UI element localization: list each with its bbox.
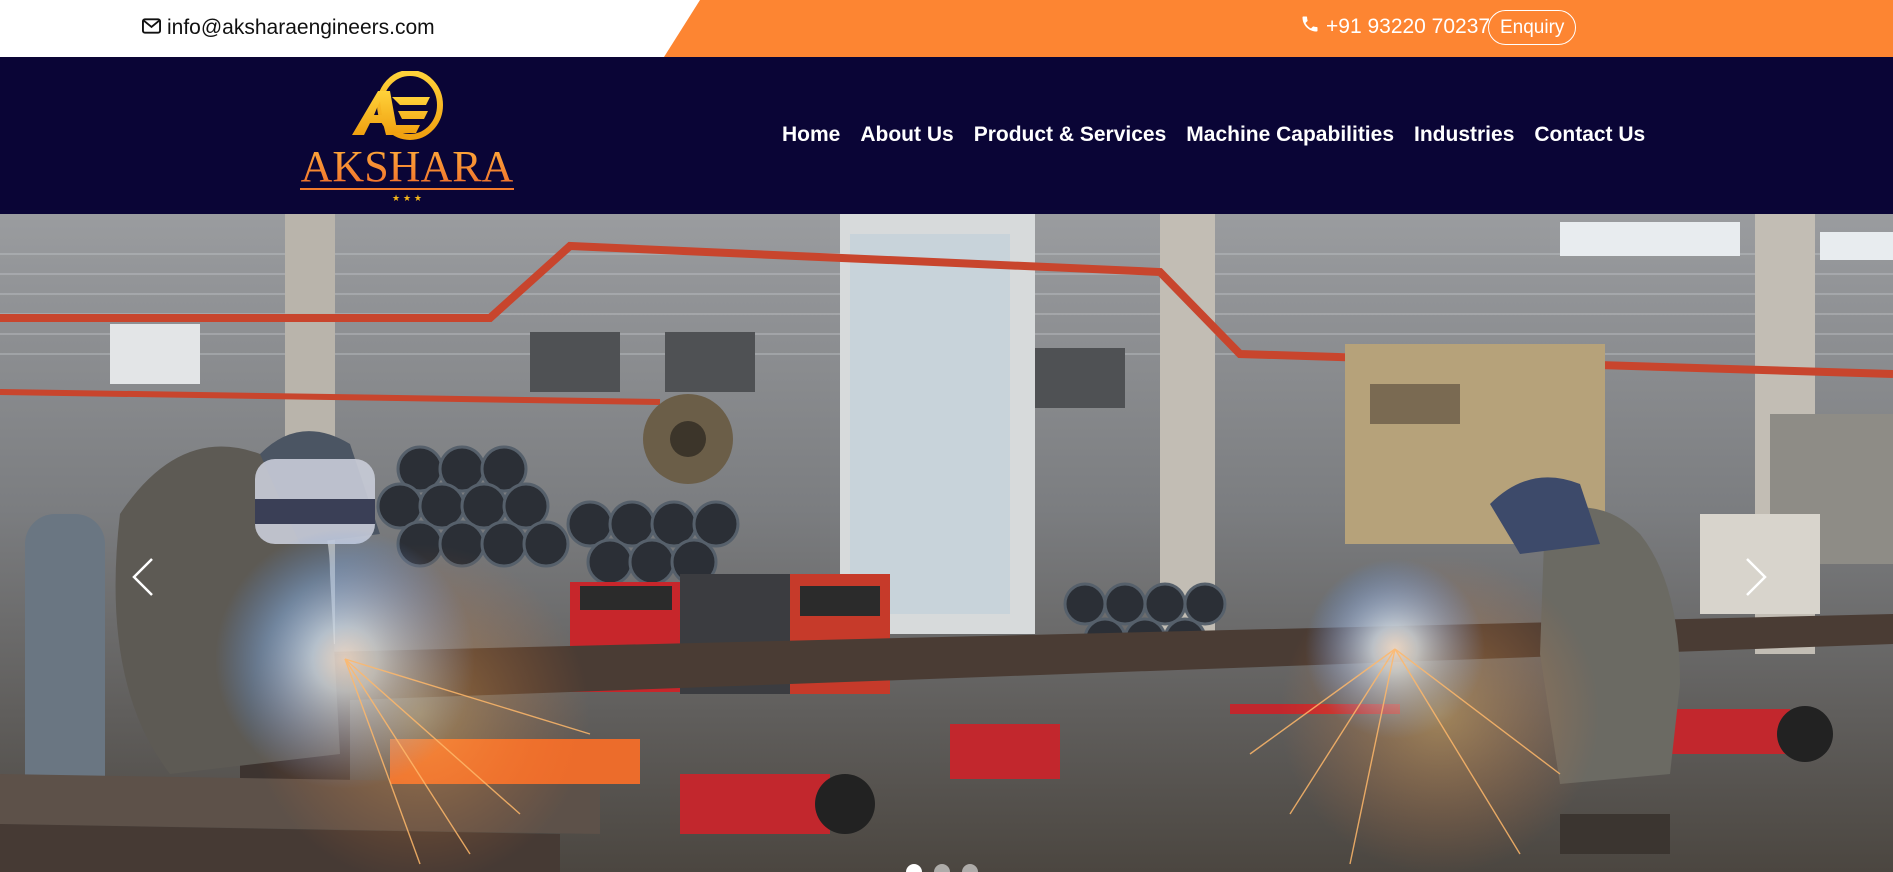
slider-pagination: [906, 864, 978, 872]
slider-dot-3[interactable]: [962, 864, 978, 872]
nav-about-us[interactable]: About Us: [860, 123, 953, 147]
svg-text:★ ★ ★: ★ ★ ★: [392, 194, 422, 203]
enquiry-button[interactable]: Enquiry: [1488, 10, 1577, 45]
phone-icon: [1300, 14, 1320, 40]
slider-next-button[interactable]: [1736, 549, 1776, 609]
email-text: info@aksharaengineers.com: [167, 16, 435, 39]
nav-industries[interactable]: Industries: [1414, 123, 1514, 147]
nav-product-services[interactable]: Product & Services: [974, 123, 1167, 147]
email-link[interactable]: info@aksharaengineers.com: [142, 16, 435, 40]
chevron-right-icon: [1745, 557, 1767, 602]
topbar-orange-panel: [664, 0, 1893, 57]
phone-link[interactable]: +91 93220 70237: [1300, 14, 1490, 40]
brand-logo[interactable]: AKSHARA ★ ★ ★: [280, 70, 535, 204]
nav-machine-capabilities[interactable]: Machine Capabilities: [1186, 123, 1394, 147]
nav-home[interactable]: Home: [782, 123, 840, 147]
main-nav: Home About Us Product & Services Machine…: [782, 123, 1665, 147]
slider-dot-1[interactable]: [906, 864, 922, 872]
slider-dot-2[interactable]: [934, 864, 950, 872]
phone-text: +91 93220 70237: [1326, 15, 1491, 38]
chevron-left-icon: [132, 557, 154, 602]
nav-contact-us[interactable]: Contact Us: [1534, 123, 1645, 147]
hero-slider: [0, 214, 1893, 872]
brand-wordmark: AKSHARA: [301, 142, 514, 191]
slider-prev-button[interactable]: [123, 549, 163, 609]
hero-image: [0, 214, 1893, 872]
envelope-icon: [142, 16, 161, 40]
site-header: AKSHARA ★ ★ ★ Home About Us Product & Se…: [0, 57, 1893, 214]
top-contact-bar: info@aksharaengineers.com +91 93220 7023…: [0, 0, 1893, 57]
